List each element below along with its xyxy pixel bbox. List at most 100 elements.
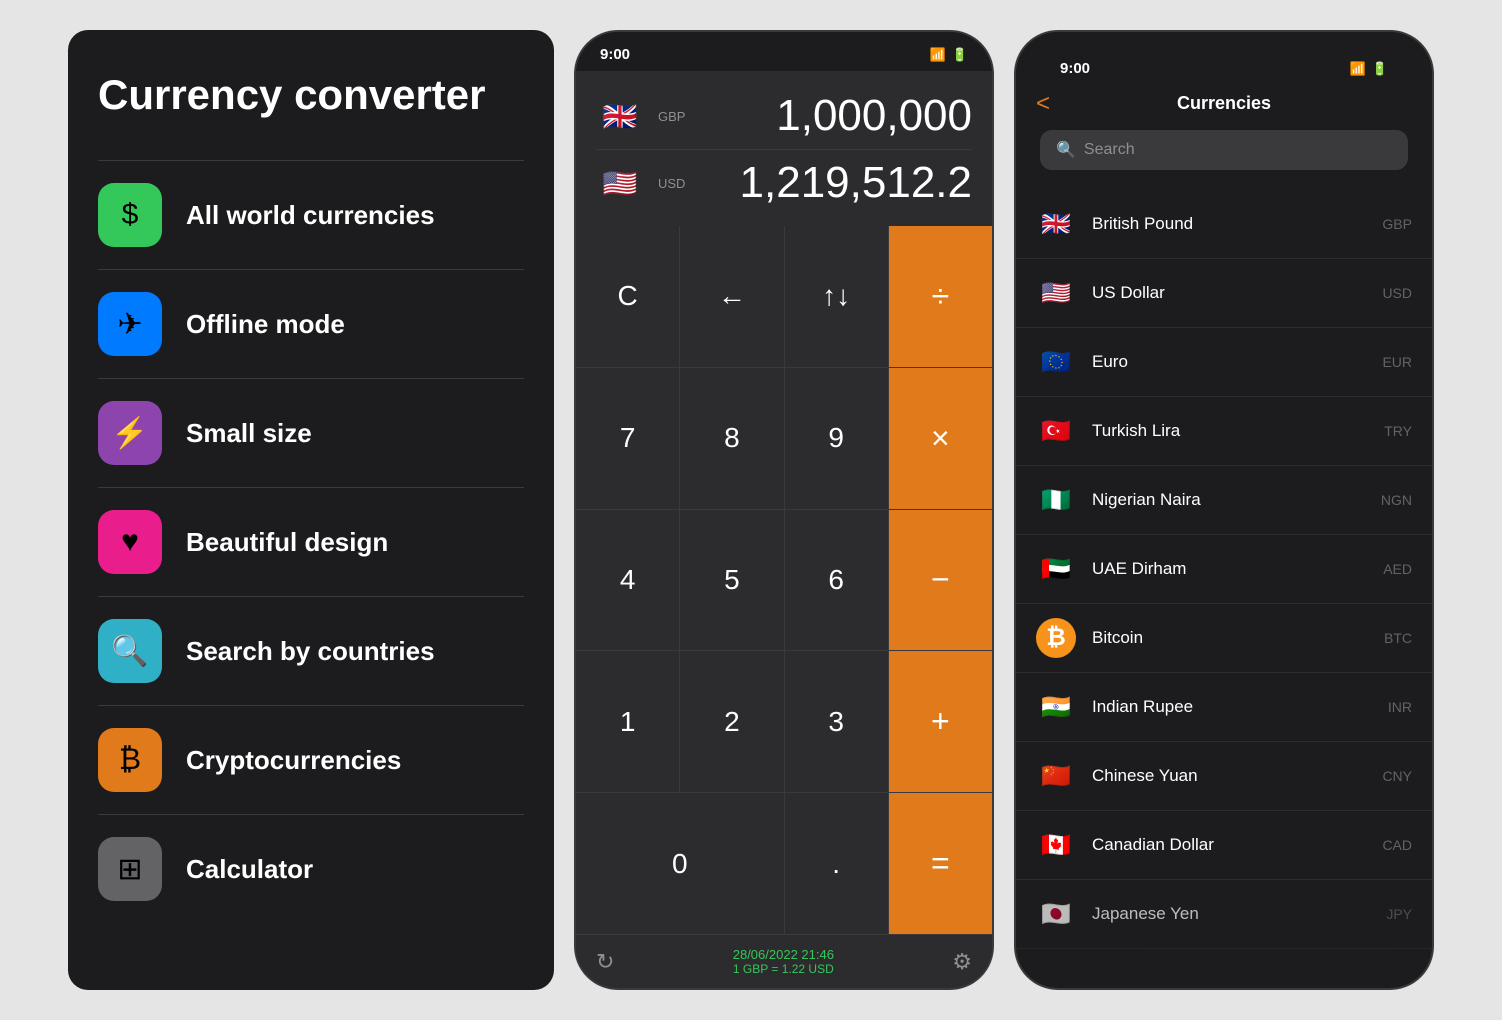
- to-currency-info: USD: [658, 176, 685, 191]
- aed-code: AED: [1383, 561, 1412, 577]
- currency-list: 🇬🇧 British Pound GBP 🇺🇸 US Dollar USD 🇪🇺…: [1016, 190, 1432, 988]
- back-button[interactable]: <: [1036, 90, 1050, 118]
- jpy-name: Japanese Yen: [1092, 904, 1370, 924]
- btc-name: Bitcoin: [1092, 628, 1368, 648]
- ngn-name: Nigerian Naira: [1092, 490, 1365, 510]
- jpy-flag: 🇯🇵: [1036, 894, 1076, 934]
- feature-cryptocurrencies[interactable]: ₿ Cryptocurrencies: [98, 705, 524, 814]
- search-placeholder: Search: [1084, 141, 1135, 159]
- to-currency-row[interactable]: 🇺🇸 USD 1,219,512.2: [596, 158, 972, 208]
- key-clear[interactable]: C: [576, 226, 679, 367]
- feature-small-size[interactable]: ⚡ Small size: [98, 378, 524, 487]
- gbp-flag: 🇬🇧: [1036, 204, 1076, 244]
- cryptocurrencies-label: Cryptocurrencies: [186, 745, 401, 776]
- key-add[interactable]: +: [889, 651, 992, 792]
- from-currency-row[interactable]: 🇬🇧 GBP 1,000,000: [596, 91, 972, 141]
- calculator-display: 🇬🇧 GBP 1,000,000 🇺🇸 USD 1,219,512.2: [576, 71, 992, 226]
- key-equals[interactable]: =: [889, 793, 992, 934]
- usd-flag: 🇺🇸: [1036, 273, 1076, 313]
- cad-code: CAD: [1382, 837, 1412, 853]
- feature-search-countries[interactable]: 🔍 Search by countries: [98, 596, 524, 705]
- key-divide[interactable]: ÷: [889, 226, 992, 367]
- key-backspace[interactable]: ←: [680, 226, 783, 367]
- eur-code: EUR: [1382, 354, 1412, 370]
- key-swap[interactable]: ↑↓: [785, 226, 888, 367]
- key-1[interactable]: 1: [576, 651, 679, 792]
- cny-code: CNY: [1382, 768, 1412, 784]
- status-bar: 9:00 📶 🔋: [576, 32, 992, 71]
- aed-flag: 🇦🇪: [1036, 549, 1076, 589]
- btc-flag: ₿: [1036, 618, 1076, 658]
- key-2[interactable]: 2: [680, 651, 783, 792]
- list-item[interactable]: 🇳🇬 Nigerian Naira NGN: [1016, 466, 1432, 535]
- jpy-code: JPY: [1386, 906, 1412, 922]
- key-9[interactable]: 9: [785, 368, 888, 509]
- cryptocurrencies-icon: ₿: [98, 728, 162, 792]
- list-item[interactable]: 🇨🇳 Chinese Yuan CNY: [1016, 742, 1432, 811]
- list-item[interactable]: 🇹🇷 Turkish Lira TRY: [1016, 397, 1432, 466]
- to-currency-flag: 🇺🇸: [596, 159, 644, 207]
- feature-beautiful-design[interactable]: ♥ Beautiful design: [98, 487, 524, 596]
- exchange-date: 28/06/2022 21:46: [733, 947, 834, 962]
- exchange-rate-info: 28/06/2022 21:46 1 GBP = 1.22 USD: [733, 947, 834, 976]
- currencies-panel: 9:00 📶 🔋 < Currencies 🔍 Search 🇬🇧 Britis…: [1014, 30, 1434, 990]
- all-currencies-label: All world currencies: [186, 200, 435, 231]
- key-subtract[interactable]: −: [889, 510, 992, 651]
- to-currency-amount: 1,219,512.2: [699, 158, 972, 208]
- btc-code: BTC: [1384, 630, 1412, 646]
- inr-code: INR: [1388, 699, 1412, 715]
- key-multiply[interactable]: ×: [889, 368, 992, 509]
- list-item[interactable]: 🇪🇺 Euro EUR: [1016, 328, 1432, 397]
- offline-label: Offline mode: [186, 309, 345, 340]
- small-size-label: Small size: [186, 418, 312, 449]
- battery-icon: 🔋: [952, 47, 968, 63]
- key-0[interactable]: 0: [576, 793, 784, 934]
- key-6[interactable]: 6: [785, 510, 888, 651]
- list-item[interactable]: 🇬🇧 British Pound GBP: [1016, 190, 1432, 259]
- list-item[interactable]: 🇺🇸 US Dollar USD: [1016, 259, 1432, 328]
- features-panel: Currency converter $ All world currencie…: [68, 30, 554, 990]
- feature-all-currencies[interactable]: $ All world currencies: [98, 160, 524, 269]
- currencies-search-bar[interactable]: 🔍 Search: [1040, 130, 1408, 170]
- feature-offline-mode[interactable]: ✈ Offline mode: [98, 269, 524, 378]
- from-currency-amount: 1,000,000: [699, 91, 972, 141]
- all-currencies-icon: $: [98, 183, 162, 247]
- from-currency-code: GBP: [658, 109, 685, 124]
- ngn-flag: 🇳🇬: [1036, 480, 1076, 520]
- inr-flag: 🇮🇳: [1036, 687, 1076, 727]
- small-size-icon: ⚡: [98, 401, 162, 465]
- inr-name: Indian Rupee: [1092, 697, 1372, 717]
- list-item[interactable]: ₿ Bitcoin BTC: [1016, 604, 1432, 673]
- key-8[interactable]: 8: [680, 368, 783, 509]
- list-item[interactable]: 🇦🇪 UAE Dirham AED: [1016, 535, 1432, 604]
- currencies-battery-icon: 🔋: [1372, 61, 1388, 77]
- key-5[interactable]: 5: [680, 510, 783, 651]
- refresh-icon[interactable]: ↻: [596, 949, 614, 975]
- key-7[interactable]: 7: [576, 368, 679, 509]
- usd-code: USD: [1382, 285, 1412, 301]
- ngn-code: NGN: [1381, 492, 1412, 508]
- display-divider: [596, 149, 972, 150]
- calculator-label: Calculator: [186, 854, 313, 885]
- key-3[interactable]: 3: [785, 651, 888, 792]
- cad-flag: 🇨🇦: [1036, 825, 1076, 865]
- gbp-name: British Pound: [1092, 214, 1366, 234]
- calculator-panel: 9:00 📶 🔋 🇬🇧 GBP 1,000,000 🇺🇸 USD 1,219,5…: [574, 30, 994, 990]
- from-currency-flag: 🇬🇧: [596, 92, 644, 140]
- status-icons: 📶 🔋: [930, 47, 968, 63]
- list-item[interactable]: 🇨🇦 Canadian Dollar CAD: [1016, 811, 1432, 880]
- feature-calculator[interactable]: ⊞ Calculator: [98, 814, 524, 923]
- status-time: 9:00: [600, 46, 630, 63]
- key-4[interactable]: 4: [576, 510, 679, 651]
- search-countries-icon: 🔍: [98, 619, 162, 683]
- cny-name: Chinese Yuan: [1092, 766, 1366, 786]
- key-decimal[interactable]: .: [785, 793, 888, 934]
- list-item[interactable]: 🇯🇵 Japanese Yen JPY: [1016, 880, 1432, 949]
- to-currency-code: USD: [658, 176, 685, 191]
- app-title: Currency converter: [98, 70, 524, 120]
- currencies-status-icons: 📶 🔋: [1350, 61, 1388, 77]
- settings-icon[interactable]: ⚙: [952, 949, 972, 975]
- list-item[interactable]: 🇮🇳 Indian Rupee INR: [1016, 673, 1432, 742]
- beautiful-design-label: Beautiful design: [186, 527, 388, 558]
- currencies-status-bar: 9:00 📶 🔋: [1036, 46, 1412, 85]
